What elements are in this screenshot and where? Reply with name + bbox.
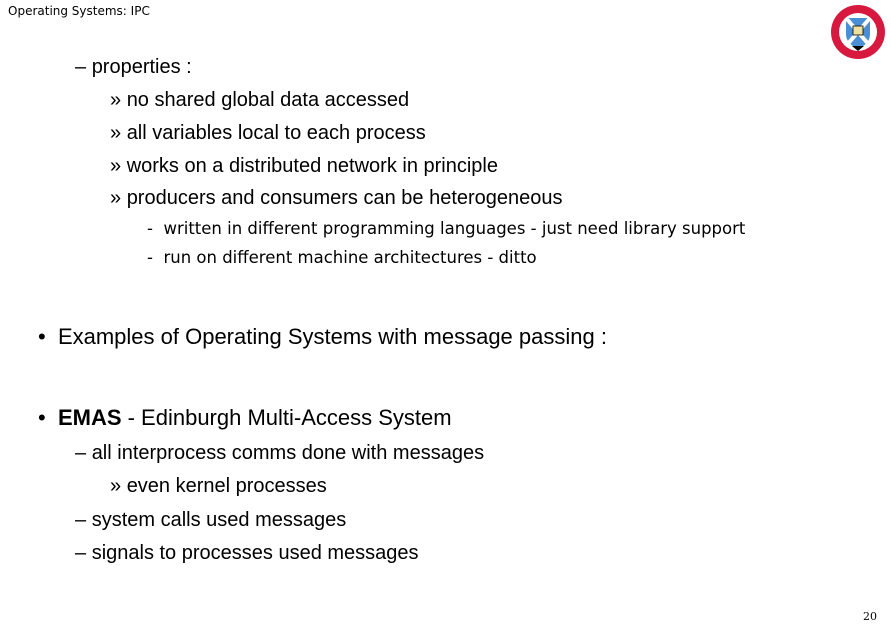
- page-number: 20: [863, 610, 877, 623]
- properties-heading: – properties :: [75, 56, 192, 78]
- list-item: – system calls used messages: [75, 509, 347, 531]
- list-item: » even kernel processes: [110, 475, 327, 497]
- emas-bullet: • EMAS - Edinburgh Multi-Access System: [38, 405, 452, 430]
- examples-bullet: • Examples of Operating Systems with mes…: [38, 324, 607, 349]
- list-item: » producers and consumers can be heterog…: [110, 187, 563, 209]
- slide-header-title: Operating Systems: IPC: [8, 4, 150, 18]
- list-item: – signals to processes used messages: [75, 542, 419, 564]
- list-item: » no shared global data accessed: [110, 89, 410, 111]
- sub-list-item: - written in different programming langu…: [147, 219, 746, 238]
- sub-list-item: - run on different machine architectures…: [147, 248, 537, 267]
- list-item: » all variables local to each process: [110, 122, 426, 144]
- university-crest-logo: [831, 5, 885, 59]
- list-item: » works on a distributed network in prin…: [110, 155, 498, 177]
- list-item: – all interprocess comms done with messa…: [75, 442, 485, 464]
